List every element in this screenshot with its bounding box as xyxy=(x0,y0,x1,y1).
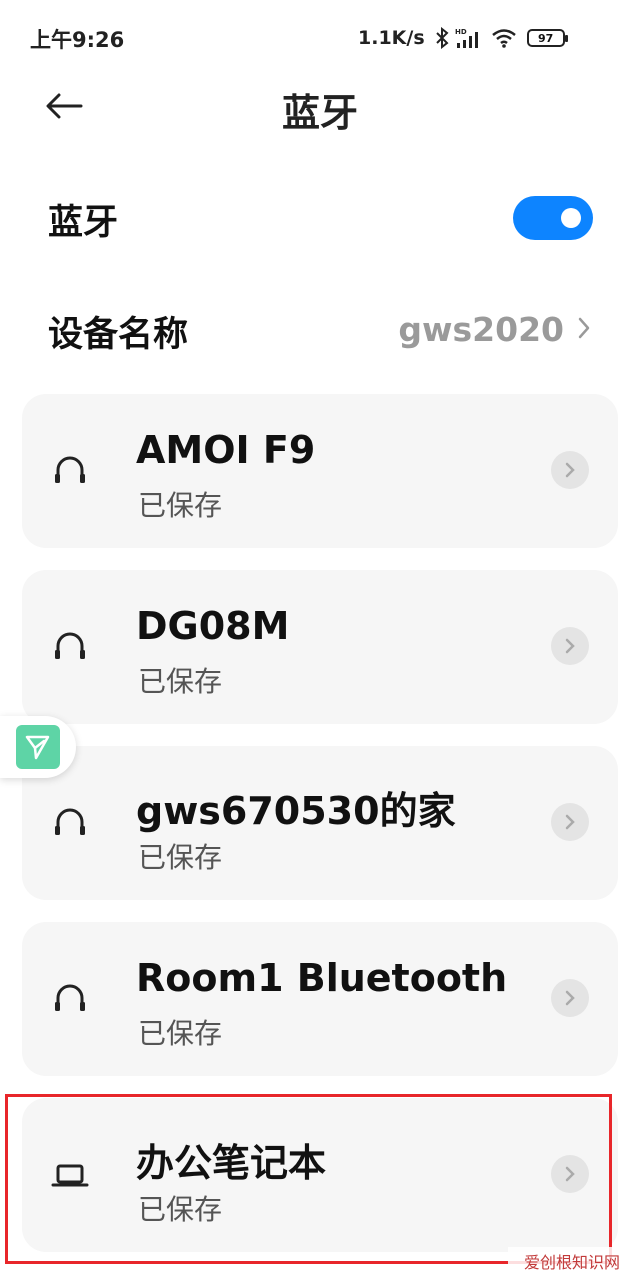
chevron-right-icon xyxy=(565,638,575,654)
toggle-knob xyxy=(561,208,581,228)
device-details-button[interactable] xyxy=(551,627,589,665)
device-status: 已保存 xyxy=(138,841,223,874)
device-card-amoi-f9[interactable]: AMOI F9 已保存 xyxy=(22,394,618,548)
device-details-button[interactable] xyxy=(551,803,589,841)
battery-icon: 97 xyxy=(526,29,568,47)
device-name: DG08M xyxy=(136,604,290,648)
bluetooth-toggle[interactable] xyxy=(513,196,593,240)
chevron-right-icon xyxy=(565,990,575,1006)
bluetooth-label: 蓝牙 xyxy=(48,203,119,243)
device-details-button[interactable] xyxy=(551,979,589,1017)
status-bar: 上午9:26 1.1K/s HD 97 xyxy=(0,0,640,76)
device-status: 已保存 xyxy=(138,1017,223,1050)
device-name-row[interactable]: 设备名称 gws2020 xyxy=(0,296,640,360)
network-speed: 1.1K/s xyxy=(358,27,425,49)
device-name-value: gws2020 xyxy=(398,310,564,349)
svg-text:HD: HD xyxy=(455,28,467,36)
send-plane-icon xyxy=(16,725,60,769)
headphones-icon xyxy=(55,632,85,659)
bluetooth-toggle-row: 蓝牙 xyxy=(0,186,640,250)
device-status: 已保存 xyxy=(138,489,223,522)
headphones-icon xyxy=(55,808,85,835)
device-name: gws670530的家 xyxy=(136,789,456,833)
device-card-room1-bluetooth[interactable]: Room1 Bluetooth 已保存 xyxy=(22,922,618,1076)
floating-assistant-button[interactable] xyxy=(0,716,76,778)
device-card-dg08m[interactable]: DG08M 已保存 xyxy=(22,570,618,724)
device-card-gws670530[interactable]: gws670530的家 已保存 xyxy=(22,746,618,900)
device-name-label: 设备名称 xyxy=(48,315,189,355)
chevron-right-icon xyxy=(565,814,575,830)
status-icons: 1.1K/s HD 97 xyxy=(358,24,568,52)
headphones-icon xyxy=(55,984,85,1011)
page-title: 蓝牙 xyxy=(281,91,358,135)
header: 蓝牙 xyxy=(0,76,640,136)
watermark-text: 爱创根知识网 xyxy=(508,1247,636,1275)
bluetooth-icon xyxy=(435,27,449,49)
wifi-icon xyxy=(491,29,516,48)
device-name: AMOI F9 xyxy=(136,428,316,472)
battery-level: 97 xyxy=(537,31,554,45)
hd-signal-icon: HD xyxy=(455,28,478,48)
chevron-right-icon xyxy=(565,462,575,478)
device-name: Room1 Bluetooth xyxy=(136,956,508,1000)
highlight-annotation-box xyxy=(5,1094,612,1264)
device-status: 已保存 xyxy=(138,665,223,698)
status-time: 上午9:26 xyxy=(30,28,125,52)
headphones-icon xyxy=(55,456,85,483)
device-details-button[interactable] xyxy=(551,451,589,489)
chevron-right-icon xyxy=(578,317,590,339)
